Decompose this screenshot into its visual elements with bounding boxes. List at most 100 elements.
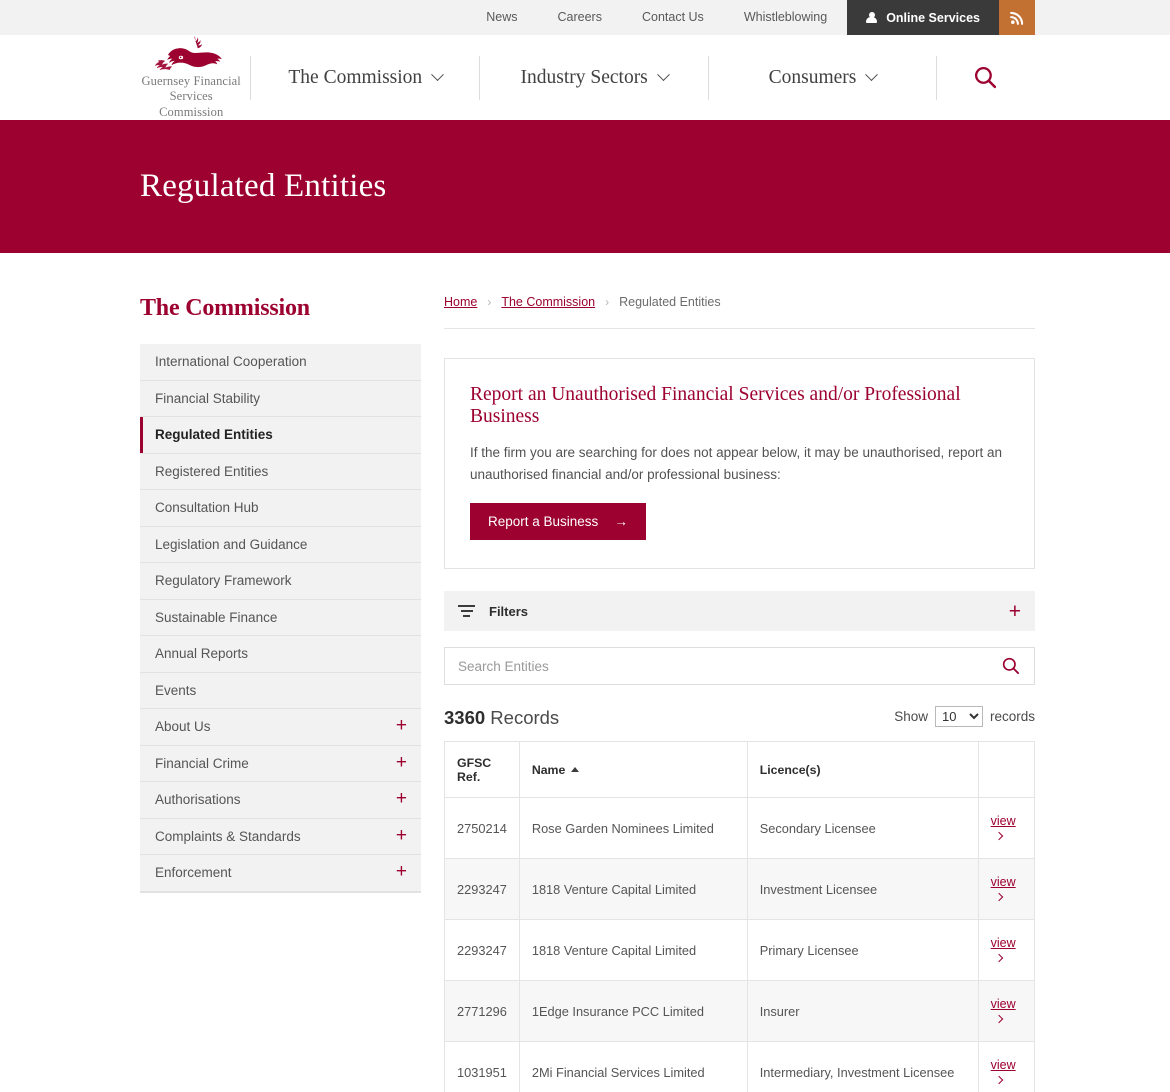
chevron-right-icon [994,954,1002,962]
sidebar-item-complaints-standards[interactable]: Complaints & Standards+ [140,819,421,856]
cell-licence: Secondary Licensee [747,798,978,859]
utility-link-news[interactable]: News [466,0,537,35]
cell-action: view [978,859,1034,920]
filters-toggle[interactable]: Filters + [444,591,1035,631]
sidebar-item-events[interactable]: Events [140,673,421,710]
nav-item-the-commission[interactable]: The Commission [251,67,479,89]
view-link[interactable]: view [991,997,1016,1011]
sidebar-item-authorisations[interactable]: Authorisations+ [140,782,421,819]
sort-ascending-icon [571,767,579,772]
view-link[interactable]: view [991,875,1016,889]
breadcrumb: Home › The Commission › Regulated Entiti… [444,295,1035,329]
view-link[interactable]: view [991,814,1016,828]
view-link[interactable]: view [991,1058,1016,1072]
sidebar-item-financial-stability[interactable]: Financial Stability [140,381,421,418]
sidebar-item-label: International Cooperation [155,354,407,369]
records-summary-row: 3360 Records Show 102550100 records [444,706,1035,729]
notice-body: If the firm you are searching for does n… [470,442,1009,485]
nav-label-consumers: Consumers [769,67,857,89]
column-header-gfsc-ref-label: GFSCRef. [457,756,491,784]
sidebar-item-regulatory-framework[interactable]: Regulatory Framework [140,563,421,600]
plus-icon[interactable]: + [396,789,407,810]
plus-icon[interactable]: + [396,826,407,847]
rss-button[interactable] [999,0,1035,35]
nav-item-industry-sectors[interactable]: Industry Sectors [480,67,708,89]
sidebar-item-international-cooperation[interactable]: International Cooperation [140,344,421,381]
utility-bar: News Careers Contact Us Whistleblowing O… [0,0,1170,35]
sidebar-item-registered-entities[interactable]: Registered Entities [140,454,421,491]
page-size-select[interactable]: 102550100 [935,706,983,727]
column-header-licence[interactable]: Licence(s) [747,742,978,798]
person-icon [866,12,877,24]
utility-link-careers[interactable]: Careers [538,0,622,35]
sidebar-item-enforcement[interactable]: Enforcement+ [140,855,421,892]
column-header-gfsc-ref[interactable]: GFSCRef. [445,742,520,798]
logo-text-line2: Services Commission [140,89,242,120]
table-row: 2750214Rose Garden Nominees LimitedSecon… [445,798,1035,859]
plus-icon: + [1009,601,1021,622]
search-entities-field [444,647,1035,685]
nav-item-consumers[interactable]: Consumers [709,67,936,89]
filter-icon [458,605,475,617]
table-row: 27712961Edge Insurance PCC LimitedInsure… [445,981,1035,1042]
table-row: 10319512Mi Financial Services LimitedInt… [445,1042,1035,1092]
nav-label-the-commission: The Commission [288,67,422,89]
logo-text: Guernsey Financial Services Commission [140,74,242,121]
view-link[interactable]: view [991,936,1016,950]
cell-action: view [978,1042,1034,1092]
hero-banner: Regulated Entities [0,120,1170,253]
sidebar-item-label: Complaints & Standards [155,829,396,844]
utility-link-whistleblowing[interactable]: Whistleblowing [724,0,847,35]
logo-text-line1: Guernsey Financial [140,74,242,90]
sidebar-item-label: Regulatory Framework [155,573,407,588]
report-a-business-button[interactable]: Report a Business → [470,503,646,540]
table-row: 22932471818 Venture Capital LimitedInves… [445,859,1035,920]
breadcrumb-item-the-commission[interactable]: The Commission [501,295,595,309]
sidebar-item-label: Consultation Hub [155,500,407,515]
search-submit-button[interactable] [988,648,1034,684]
cell-gfsc-ref: 1031951 [445,1042,520,1092]
plus-icon[interactable]: + [396,716,407,737]
cell-name: 1818 Venture Capital Limited [519,920,747,981]
sidebar-item-sustainable-finance[interactable]: Sustainable Finance [140,600,421,637]
page-size-control: Show 102550100 records [894,706,1035,729]
sidebar-item-regulated-entities[interactable]: Regulated Entities [140,417,421,454]
sidebar-item-consultation-hub[interactable]: Consultation Hub [140,490,421,527]
column-header-action [978,742,1034,798]
breadcrumb-separator: › [487,295,491,309]
cell-name: Rose Garden Nominees Limited [519,798,747,859]
sidebar-item-annual-reports[interactable]: Annual Reports [140,636,421,673]
cell-gfsc-ref: 2293247 [445,859,520,920]
report-button-label: Report a Business [488,514,598,529]
chevron-down-icon [657,68,670,81]
cell-gfsc-ref: 2293247 [445,920,520,981]
site-logo[interactable]: Guernsey Financial Services Commission [140,35,242,121]
header-search-button[interactable] [937,65,1035,90]
plus-icon[interactable]: + [396,753,407,774]
sidebar-item-financial-crime[interactable]: Financial Crime+ [140,746,421,783]
rss-icon [1010,10,1025,25]
chevron-right-icon [994,893,1002,901]
sidebar-title: The Commission [140,295,421,322]
utility-link-contact-us[interactable]: Contact Us [622,0,724,35]
nav-label-industry-sectors: Industry Sectors [521,67,648,89]
records-count-number: 3360 [444,707,485,728]
show-label: Show [894,709,928,724]
cell-licence: Primary Licensee [747,920,978,981]
sidebar-item-label: Registered Entities [155,464,407,479]
regulated-entities-table: GFSCRef. Name Licence(s) 2750214Rose Gar… [444,741,1035,1092]
breadcrumb-item-home[interactable]: Home [444,295,477,309]
online-services-button[interactable]: Online Services [847,0,999,35]
plus-icon[interactable]: + [396,862,407,883]
sidebar-item-legislation-and-guidance[interactable]: Legislation and Guidance [140,527,421,564]
sidebar-item-label: Legislation and Guidance [155,537,407,552]
main-content: Home › The Commission › Regulated Entiti… [421,295,1035,1092]
search-input[interactable] [445,648,988,684]
chevron-down-icon [866,68,879,81]
column-header-name[interactable]: Name [519,742,747,798]
cell-name: 1818 Venture Capital Limited [519,859,747,920]
cell-action: view [978,920,1034,981]
sidebar-item-about-us[interactable]: About Us+ [140,709,421,746]
notice-title: Report an Unauthorised Financial Service… [470,384,1009,428]
sidebar-item-label: Financial Crime [155,756,396,771]
